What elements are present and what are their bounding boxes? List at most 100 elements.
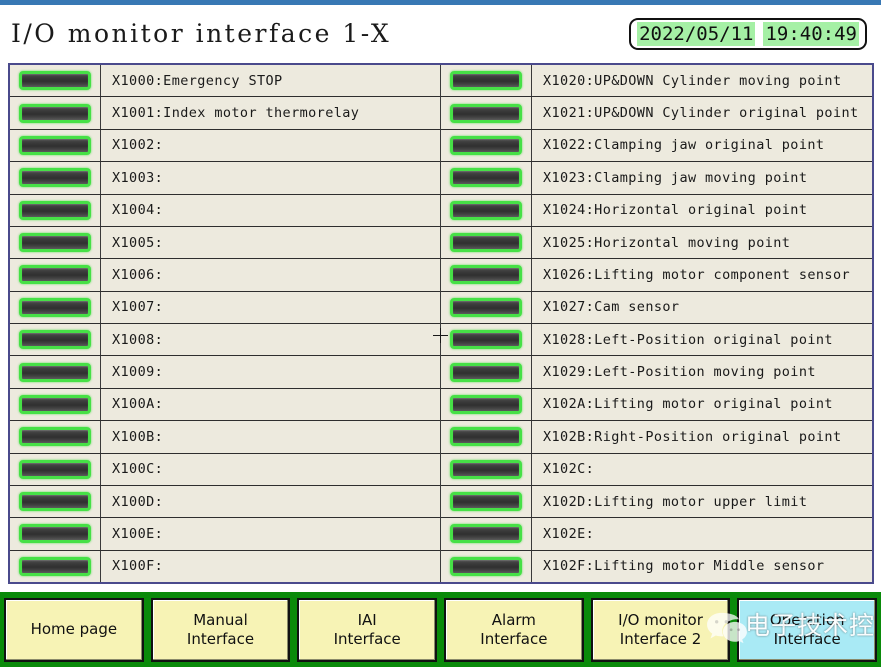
status-lamp-icon [450, 168, 522, 188]
io-row: X1021:UP&DOWN Cylinder original point [441, 97, 872, 130]
io-lamp-cell [441, 453, 532, 485]
io-row: X1002: [10, 129, 440, 163]
io-lamp-cell [441, 65, 532, 97]
io-row: X1027:Cam sensor [441, 291, 872, 324]
io-point-label: X1003: [112, 169, 164, 186]
io-point-label: X100B: [112, 428, 164, 445]
status-lamp-icon [19, 135, 91, 155]
nav-button-4[interactable]: I/O monitor Interface 2 [590, 597, 731, 662]
io-point-label: X102C: [543, 461, 595, 478]
io-lamp-cell [10, 65, 101, 97]
io-lamp-cell [10, 97, 101, 129]
io-row: X102B:Right-Position original point [441, 421, 872, 454]
date-value: 2022/05/11 [637, 22, 756, 46]
status-lamp-icon [450, 394, 522, 414]
io-point-label: X100D: [112, 493, 164, 510]
status-lamp-icon [19, 233, 91, 253]
io-lamp-cell [10, 291, 101, 323]
io-point-label: X102A:Lifting motor original point [543, 396, 833, 413]
io-lamp-cell [10, 388, 101, 421]
io-row: X100E: [10, 518, 440, 551]
io-lamp-cell [10, 226, 101, 259]
status-lamp-icon [19, 168, 91, 188]
nav-button-0[interactable]: Home page [4, 597, 144, 662]
status-lamp-icon [19, 556, 91, 576]
io-lamp-cell [441, 291, 532, 323]
status-lamp-icon [19, 394, 91, 414]
io-point-label: X1000:Emergency STOP [112, 72, 283, 89]
io-point-label: X1005: [112, 234, 164, 251]
page-header: I/O monitor interface 1-X 2022/05/11 19:… [0, 5, 881, 60]
status-lamp-icon [450, 459, 522, 479]
nav-button-5[interactable]: Operation Interface [737, 597, 878, 662]
io-point-label: X1022:Clamping jaw original point [543, 137, 825, 154]
io-lamp-cell [441, 162, 532, 194]
io-lamp-cell [441, 518, 532, 550]
io-lamp-cell [10, 259, 101, 291]
io-row: X1029:Left-Position moving point [441, 356, 872, 389]
io-row: X1023:Clamping jaw moving point [441, 162, 872, 195]
status-lamp-icon [450, 362, 522, 382]
status-lamp-icon [19, 459, 91, 479]
io-lamp-cell [10, 550, 101, 582]
io-row: X100C: [10, 453, 440, 486]
io-row: X1008: [10, 324, 440, 357]
io-lamp-cell [10, 453, 101, 485]
io-point-label: X100E: [112, 525, 164, 542]
io-lamp-cell [441, 324, 532, 356]
io-lamp-cell [441, 129, 532, 162]
io-row: X1026:Lifting motor component sensor [441, 259, 872, 292]
status-lamp-icon [19, 265, 91, 285]
io-lamp-cell [10, 421, 101, 453]
io-row: X102F:Lifting motor Middle sensor [441, 550, 872, 582]
io-point-label: X1026:Lifting motor component sensor [543, 266, 850, 283]
io-point-label: X100A: [112, 396, 164, 413]
status-lamp-icon [19, 200, 91, 220]
io-point-label: X100C: [112, 461, 164, 478]
io-lamp-cell [10, 129, 101, 162]
datetime-display: 2022/05/11 19:40:49 [629, 18, 867, 50]
io-point-label: X1029:Left-Position moving point [543, 364, 816, 381]
status-lamp-icon [450, 524, 522, 544]
io-column-left: X1000:Emergency STOP X1001:Index motor th… [10, 65, 441, 582]
io-row: X102C: [441, 453, 872, 486]
io-lamp-cell [441, 97, 532, 129]
status-lamp-icon [450, 200, 522, 220]
nav-button-2[interactable]: IAI Interface [297, 597, 438, 662]
io-row: X100D: [10, 485, 440, 519]
status-lamp-icon [450, 103, 522, 123]
nav-button-1[interactable]: Manual Interface [150, 597, 291, 662]
status-lamp-icon [450, 297, 522, 317]
status-lamp-icon [450, 265, 522, 285]
io-row: X1003: [10, 162, 440, 195]
io-row: X1009: [10, 356, 440, 389]
io-point-label: X1004: [112, 202, 164, 219]
io-lamp-cell [441, 485, 532, 518]
io-point-label: X102F:Lifting motor Middle sensor [543, 558, 825, 575]
io-row: X100A: [10, 388, 440, 422]
io-row: X1028:Left-Position original point [441, 324, 872, 357]
io-point-label: X1007: [112, 299, 164, 316]
io-row: X102D:Lifting motor upper limit [441, 485, 872, 519]
io-lamp-cell [441, 388, 532, 421]
io-lamp-cell [441, 259, 532, 291]
io-row: X1024:Horizontal original point [441, 194, 872, 227]
io-point-label: X1002: [112, 137, 164, 154]
status-lamp-icon [19, 362, 91, 382]
io-monitor-screen: I/O monitor interface 1-X 2022/05/11 19:… [0, 0, 881, 667]
io-point-label: X100F: [112, 558, 164, 575]
io-row: X1000:Emergency STOP [10, 65, 440, 98]
time-value: 19:40:49 [763, 22, 859, 46]
status-lamp-icon [19, 71, 91, 91]
status-lamp-icon [450, 556, 522, 576]
io-point-label: X1020:UP&DOWN Cylinder moving point [543, 72, 842, 89]
io-lamp-cell [10, 162, 101, 194]
io-point-label: X1028:Left-Position original point [543, 331, 833, 348]
status-lamp-icon [19, 297, 91, 317]
io-row: X100B: [10, 421, 440, 454]
page-title: I/O monitor interface 1-X [11, 19, 392, 48]
nav-button-3[interactable]: Alarm Interface [444, 597, 584, 662]
io-row: X102E: [441, 518, 872, 551]
status-lamp-icon [19, 492, 91, 512]
io-point-label: X1023:Clamping jaw moving point [543, 169, 808, 186]
